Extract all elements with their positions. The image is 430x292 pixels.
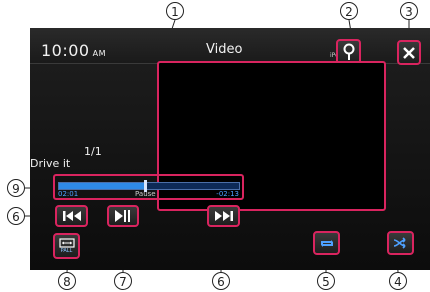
- screen-mode-button[interactable]: PALL: [53, 233, 80, 259]
- magnifier-icon: [342, 43, 356, 61]
- progress-fill: [59, 183, 146, 189]
- next-track-button[interactable]: [207, 205, 240, 227]
- elapsed-time: 02:01: [58, 190, 79, 198]
- playback-state: Pause: [135, 190, 156, 198]
- screen-mode-label: PALL: [60, 248, 73, 254]
- skip-next-icon: [214, 210, 234, 222]
- shuffle-button[interactable]: [387, 231, 414, 255]
- previous-track-button[interactable]: [55, 205, 88, 227]
- status-bar: 10:00AM Video iPod: [30, 28, 430, 64]
- play-pause-button[interactable]: [107, 205, 139, 227]
- close-icon: [403, 46, 415, 59]
- screen-mode-icon: [58, 238, 75, 248]
- track-name: Drive it: [30, 157, 71, 170]
- clock: 10:00 AM: [41, 41, 106, 60]
- clock-ampm: AM: [92, 49, 106, 58]
- progress-track: [58, 180, 240, 192]
- shuffle-icon: [393, 237, 409, 249]
- remaining-time: -02:13: [216, 190, 239, 198]
- repeat-button[interactable]: [313, 231, 340, 255]
- play-pause-icon: [113, 209, 133, 223]
- skip-previous-icon: [62, 210, 82, 222]
- close-button[interactable]: [397, 40, 421, 65]
- clock-time: 10:00: [41, 41, 90, 60]
- device-screen: 10:00AM Video iPod 1/1 Drive it: [30, 28, 430, 270]
- repeat-icon: [319, 237, 335, 249]
- progress-bar[interactable]: 02:01 Pause -02:13: [53, 174, 244, 200]
- page-title: Video: [206, 42, 243, 57]
- track-number: 1/1: [84, 145, 102, 158]
